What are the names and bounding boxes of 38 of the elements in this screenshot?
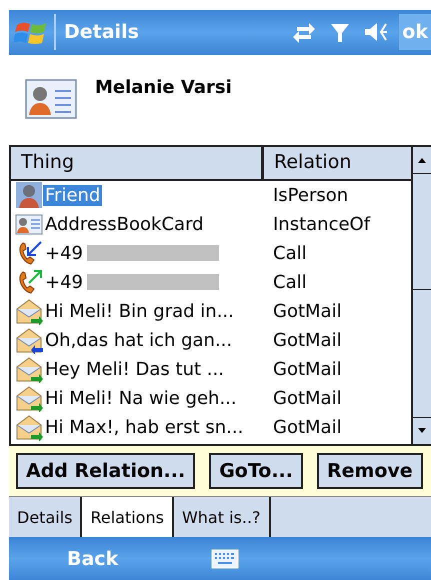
table-cell-text: Call bbox=[272, 242, 307, 264]
person-icon bbox=[15, 181, 43, 210]
table-cell-text: InstanceOf bbox=[272, 214, 370, 235]
envelope-arrow-icon bbox=[15, 297, 43, 326]
table-cell[interactable]: Friend bbox=[43, 184, 102, 206]
action-button[interactable]: Remove bbox=[317, 453, 423, 490]
table-cell-text: GotMail bbox=[272, 416, 342, 438]
table-cell[interactable]: +49 bbox=[43, 242, 85, 264]
down-arrow-icon[interactable] bbox=[417, 427, 427, 436]
table-cell[interactable]: Hi Meli! Na wie geh... bbox=[43, 388, 239, 409]
table-cell[interactable]: +49 bbox=[43, 272, 85, 293]
scrollbar[interactable] bbox=[411, 146, 431, 444]
up-arrow-icon[interactable] bbox=[417, 156, 427, 164]
envelope-arrow-icon bbox=[15, 355, 43, 384]
table-cell[interactable]: AddressBookCard bbox=[43, 214, 206, 235]
table-cell-text: IsPerson bbox=[272, 184, 348, 206]
contact-card-icon bbox=[25, 78, 77, 119]
envelope-arrow-icon bbox=[15, 384, 43, 412]
table-cell[interactable]: Hi Meli! Bin grad in... bbox=[43, 300, 236, 322]
table-cell-text: GotMail bbox=[272, 358, 342, 380]
table-cell-text: Call bbox=[272, 272, 307, 293]
action-button[interactable]: GoTo... bbox=[209, 453, 303, 490]
table-cell[interactable]: Oh,das hat ich gan... bbox=[43, 330, 234, 351]
tab[interactable]: Relations bbox=[82, 497, 174, 538]
table-cell[interactable]: Hi Max!, hab erst sn... bbox=[43, 416, 246, 438]
contact-name: Melanie Varsi bbox=[95, 76, 232, 98]
envelope-arrow-icon bbox=[15, 413, 43, 442]
window-title: Details bbox=[64, 21, 140, 44]
table-cell-text: GotMail bbox=[272, 388, 342, 409]
column-header[interactable]: Thing bbox=[11, 146, 264, 179]
keyboard-icon[interactable] bbox=[211, 548, 239, 569]
table-cell[interactable]: Hey Meli! Das tut ... bbox=[43, 358, 226, 380]
envelope-arrow-icon bbox=[15, 326, 43, 354]
connectivity-arrows-icon[interactable] bbox=[291, 20, 318, 44]
action-button[interactable]: Add Relation... bbox=[16, 453, 196, 490]
column-header[interactable]: Relation bbox=[264, 146, 411, 179]
table-cell-text: GotMail bbox=[272, 300, 342, 322]
table-cell-text: GotMail bbox=[272, 330, 342, 351]
